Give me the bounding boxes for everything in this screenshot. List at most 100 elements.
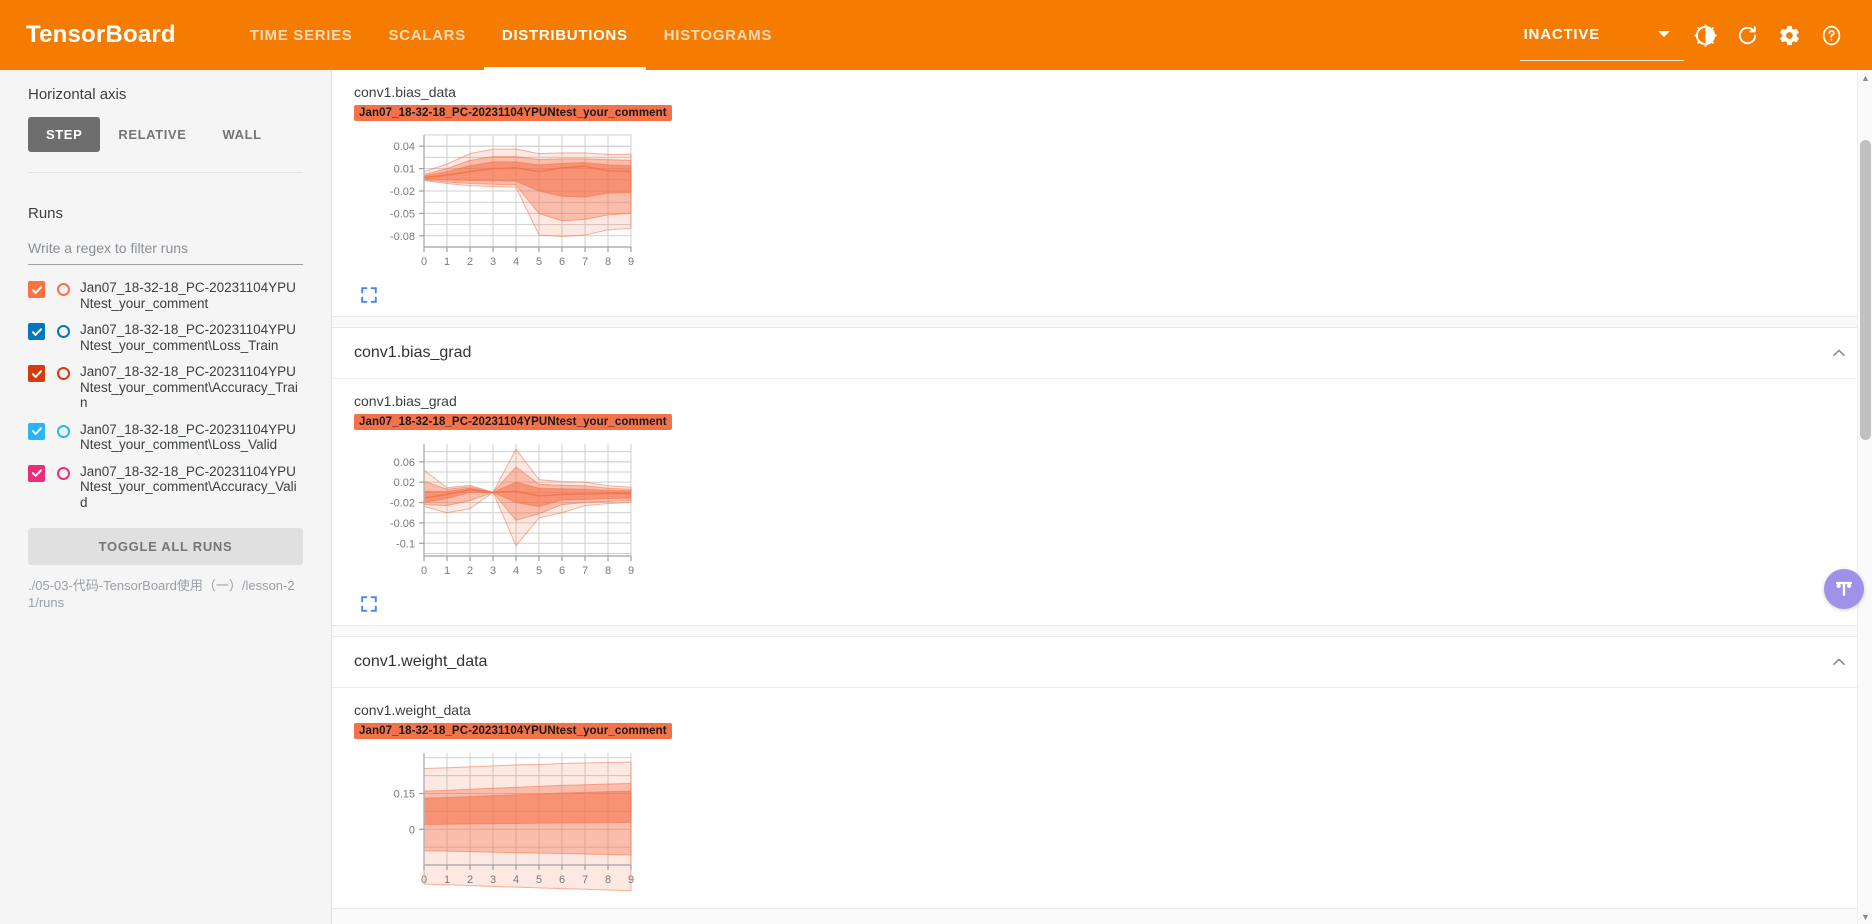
- expand-fullscreen-icon[interactable]: [360, 286, 378, 304]
- run-checkbox[interactable]: [28, 323, 45, 340]
- chart-card-conv1-bias-data: conv1.bias_data Jan07_18-32-18_PC-202311…: [332, 70, 1872, 317]
- chart-card-body: conv1.bias_data Jan07_18-32-18_PC-202311…: [332, 70, 1872, 316]
- axis-option-relative[interactable]: RELATIVE: [100, 117, 204, 152]
- run-color-ring[interactable]: [57, 424, 70, 438]
- chart-card-conv1-weight-data: conv1.weight_data conv1.weight_data Jan0…: [332, 636, 1872, 909]
- run-filter-input[interactable]: [28, 236, 303, 265]
- reload-status[interactable]: INACTIVE: [1519, 25, 1684, 61]
- vertical-scrollbar-thumb[interactable]: [1860, 140, 1871, 440]
- axis-option-step[interactable]: STEP: [28, 117, 101, 152]
- status-underline: [1519, 59, 1684, 61]
- scroll-up-arrow[interactable]: ▲: [1858, 70, 1872, 85]
- svg-text:-0.06: -0.06: [390, 518, 415, 530]
- distribution-chart[interactable]: 0.04 0.01 -0.02 -0.05 -0.08 0 1 2 3 4 5 6 7 8 9: [346, 125, 1872, 280]
- distribution-chart[interactable]: 0.06 0.02 -0.02 -0.06 -0.1 0 1 2 3 4 5 6 7 8 9: [346, 434, 1872, 589]
- main-content: conv1.bias_data Jan07_18-32-18_PC-202311…: [332, 70, 1872, 924]
- sidebar: Horizontal axis STEP RELATIVE WALL Runs: [0, 70, 332, 924]
- chevron-up-icon[interactable]: [1828, 651, 1850, 673]
- run-color-ring[interactable]: [57, 466, 70, 480]
- svg-text:0.15: 0.15: [394, 789, 415, 801]
- svg-text:2: 2: [467, 256, 473, 268]
- scroll-down-arrow[interactable]: ▼: [1858, 909, 1872, 924]
- svg-text:4: 4: [513, 565, 519, 577]
- svg-text:0.04: 0.04: [394, 141, 415, 153]
- chart-run-badge: Jan07_18-32-18_PC-20231104YPUNtest_your_…: [354, 723, 672, 739]
- tune-icon-button[interactable]: [1824, 569, 1864, 609]
- svg-text:8: 8: [605, 874, 611, 886]
- svg-text:3: 3: [490, 565, 496, 577]
- svg-text:1: 1: [444, 565, 450, 577]
- svg-text:6: 6: [559, 874, 565, 886]
- svg-text:1: 1: [444, 874, 450, 886]
- svg-text:6: 6: [559, 256, 565, 268]
- tab-time-series[interactable]: TIME SERIES: [232, 0, 371, 70]
- svg-text:5: 5: [536, 874, 542, 886]
- run-checkbox[interactable]: [28, 281, 45, 298]
- chart-card-header[interactable]: conv1.bias_grad: [332, 328, 1872, 379]
- run-item[interactable]: Jan07_18-32-18_PC-20231104YPUNtest_your_…: [28, 279, 303, 311]
- svg-text:9: 9: [628, 565, 634, 577]
- svg-text:0.02: 0.02: [394, 477, 415, 489]
- chart-card-conv1-bias-grad: conv1.bias_grad conv1.bias_grad Jan07_18…: [332, 327, 1872, 626]
- distribution-chart[interactable]: 0.15 0 0 1 2 3 4 5 6 7 8 9: [346, 743, 1872, 898]
- toggle-all-runs-button[interactable]: TOGGLE ALL RUNS: [28, 528, 303, 565]
- chevron-down-icon[interactable]: [1658, 31, 1670, 37]
- help-circle-icon[interactable]: [1810, 14, 1852, 56]
- runs-label: Runs: [28, 205, 64, 222]
- refresh-icon[interactable]: [1726, 14, 1768, 56]
- chart-card-header[interactable]: conv1.weight_data: [332, 637, 1872, 688]
- logdir-path: ./05-03-代码-TensorBoard使用（一）/lesson-21/ru…: [28, 578, 295, 610]
- horizontal-axis-section: Horizontal axis STEP RELATIVE WALL: [0, 70, 331, 152]
- svg-text:8: 8: [605, 256, 611, 268]
- run-item[interactable]: Jan07_18-32-18_PC-20231104YPUNtest_your_…: [28, 463, 303, 511]
- chart-title: conv1.weight_data: [354, 702, 471, 718]
- vertical-scrollbar[interactable]: ▲ ▼: [1857, 70, 1872, 924]
- run-label: Jan07_18-32-18_PC-20231104YPUNtest_your_…: [80, 421, 296, 453]
- brightness-contrast-icon[interactable]: [1684, 14, 1726, 56]
- svg-text:3: 3: [490, 874, 496, 886]
- run-color-ring[interactable]: [57, 325, 70, 338]
- run-label: Jan07_18-32-18_PC-20231104YPUNtest_your_…: [80, 322, 296, 353]
- run-color-ring[interactable]: [57, 367, 70, 380]
- tune-icon: [1835, 581, 1853, 596]
- gear-icon[interactable]: [1768, 14, 1810, 56]
- run-item[interactable]: Jan07_18-32-18_PC-20231104YPUNtest_your_…: [28, 421, 303, 453]
- tab-distributions[interactable]: DISTRIBUTIONS: [483, 0, 646, 70]
- app-brand: TensorBoard: [26, 21, 176, 48]
- svg-text:-0.08: -0.08: [390, 231, 415, 243]
- run-checkbox[interactable]: [28, 365, 45, 382]
- svg-text:-0.1: -0.1: [396, 538, 415, 550]
- svg-text:0.01: 0.01: [394, 164, 415, 176]
- svg-text:9: 9: [628, 256, 634, 268]
- svg-text:4: 4: [513, 256, 519, 268]
- svg-text:7: 7: [582, 874, 588, 886]
- tensorboard-app: TensorBoard TIME SERIES SCALARS DISTRIBU…: [0, 0, 1872, 924]
- expand-fullscreen-icon[interactable]: [360, 595, 378, 613]
- svg-text:-0.02: -0.02: [390, 498, 415, 510]
- run-checkbox[interactable]: [28, 422, 45, 440]
- app-header: TensorBoard TIME SERIES SCALARS DISTRIBU…: [0, 0, 1872, 70]
- run-item[interactable]: Jan07_18-32-18_PC-20231104YPUNtest_your_…: [28, 321, 303, 353]
- svg-text:8: 8: [605, 565, 611, 577]
- axis-option-wall[interactable]: WALL: [204, 117, 279, 152]
- svg-text:-0.05: -0.05: [390, 208, 415, 220]
- tab-histograms[interactable]: HISTOGRAMS: [646, 0, 790, 70]
- run-item[interactable]: Jan07_18-32-18_PC-20231104YPUNtest_your_…: [28, 363, 303, 411]
- run-color-ring[interactable]: [57, 283, 70, 296]
- svg-text:2: 2: [467, 565, 473, 577]
- app-body: Horizontal axis STEP RELATIVE WALL Runs: [0, 70, 1872, 924]
- svg-text:0: 0: [421, 874, 427, 886]
- svg-text:1: 1: [444, 256, 450, 268]
- horizontal-axis-options: STEP RELATIVE WALL: [28, 117, 303, 152]
- svg-text:5: 5: [536, 256, 542, 268]
- chevron-up-icon[interactable]: [1828, 342, 1850, 364]
- svg-text:6: 6: [559, 565, 565, 577]
- tab-scalars[interactable]: SCALARS: [371, 0, 484, 70]
- run-label: Jan07_18-32-18_PC-20231104YPUNtest_your_…: [80, 280, 296, 311]
- run-checkbox[interactable]: [28, 464, 45, 482]
- svg-text:5: 5: [536, 565, 542, 577]
- runs-list: Jan07_18-32-18_PC-20231104YPUNtest_your_…: [28, 279, 303, 510]
- chart-card-body: conv1.bias_grad Jan07_18-32-18_PC-202311…: [332, 379, 1872, 625]
- chart-title: conv1.bias_grad: [354, 393, 457, 409]
- status-badge: INACTIVE: [1523, 25, 1600, 43]
